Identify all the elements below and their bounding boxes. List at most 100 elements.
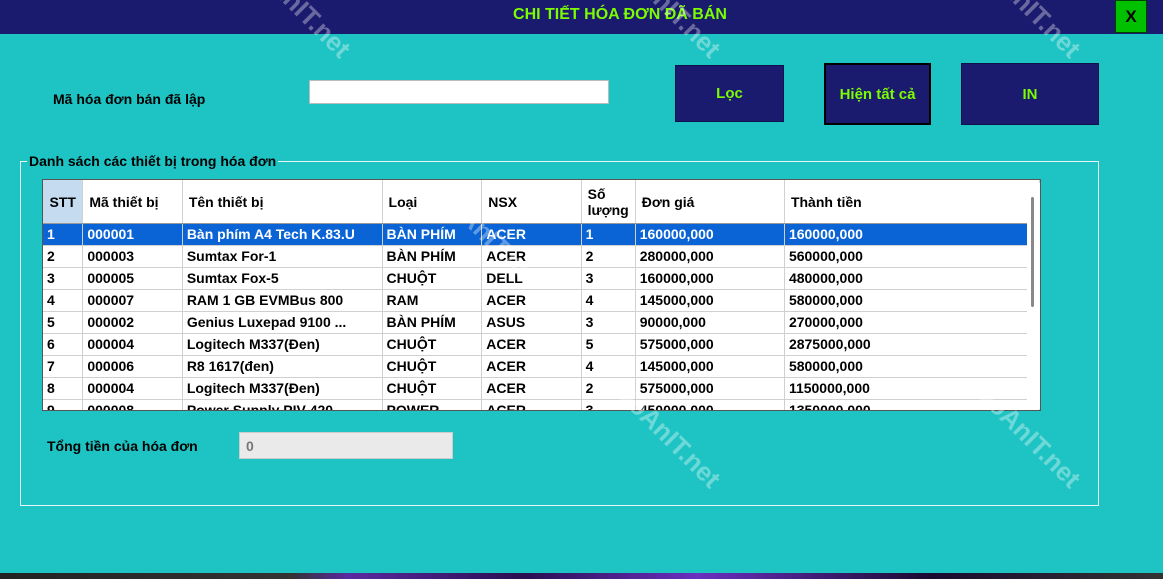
table-cell: ACER: [481, 355, 582, 378]
background-strip: [0, 573, 1163, 579]
table-cell: 7: [43, 355, 84, 378]
table-cell: 2: [581, 245, 636, 268]
table-cell: Sumtax Fox-5: [182, 267, 383, 290]
print-button[interactable]: IN: [961, 63, 1099, 125]
table-row[interactable]: 3 000005 Sumtax Fox-5 CHUỘT DELL 3 160000,000 4…: [43, 267, 1040, 290]
table-cell: 280000,000: [635, 245, 785, 268]
table-body: 1 000001 Bàn phím A4 Tech K.83.U BÀN PHÍM AC…: [43, 223, 1040, 410]
table-cell: 480000,000: [784, 267, 1040, 290]
table-cell: Logitech M337(Đen): [182, 333, 383, 356]
table-cell: 145000,000: [635, 355, 785, 378]
table-cell: 2: [43, 245, 84, 268]
table-cell: CHUỘT: [382, 377, 483, 400]
total-label: Tổng tiền của hóa đơn: [47, 438, 198, 454]
column-header[interactable]: STT: [43, 180, 84, 224]
scrollbar-thumb[interactable]: [1031, 197, 1034, 307]
table-cell: 000001: [82, 223, 183, 246]
table-cell: 270000,000: [784, 311, 1040, 334]
show-all-button[interactable]: Hiện tất cả: [824, 63, 931, 125]
table-cell: ACER: [481, 289, 582, 312]
table-cell: ACER: [481, 223, 582, 246]
table-cell: 160000,000: [784, 223, 1040, 246]
table-cell: 000005: [82, 267, 183, 290]
device-table[interactable]: STT Mã thiết bị Tên thiết bị Loại NSX Số…: [42, 179, 1041, 411]
table-cell: 575000,000: [635, 377, 785, 400]
table-row[interactable]: 9 000008 Power Supply PIV 420 POWER ACER 3 450…: [43, 399, 1040, 410]
table-cell: 6: [43, 333, 84, 356]
table-cell: 2: [581, 377, 636, 400]
table-cell: 160000,000: [635, 223, 785, 246]
table-cell: 5: [581, 333, 636, 356]
table-cell: ACER: [481, 399, 582, 410]
table-cell: Sumtax For-1: [182, 245, 383, 268]
vertical-scrollbar[interactable]: [1027, 183, 1040, 409]
table-cell: POWER: [382, 399, 483, 410]
table-cell: 000004: [82, 333, 183, 356]
table-row[interactable]: 1 000001 Bàn phím A4 Tech K.83.U BÀN PHÍM AC…: [43, 223, 1040, 246]
table-cell: 575000,000: [635, 333, 785, 356]
device-list-title: Danh sách các thiết bị trong hóa đơn: [27, 153, 279, 169]
column-header[interactable]: Loại: [382, 180, 483, 224]
table-cell: ASUS: [481, 311, 582, 334]
table-cell: 450000,000: [635, 399, 785, 410]
invoice-id-label: Mã hóa đơn bán đã lập: [53, 91, 206, 107]
table-cell: R8 1617(đen): [182, 355, 383, 378]
table-cell: Logitech M337(Đen): [182, 377, 383, 400]
table-cell: RAM: [382, 289, 483, 312]
table-cell: 5: [43, 311, 84, 334]
close-button[interactable]: X: [1115, 0, 1147, 33]
table-cell: 160000,000: [635, 267, 785, 290]
table-cell: 580000,000: [784, 355, 1040, 378]
table-cell: 3: [43, 267, 84, 290]
table-cell: 3: [581, 267, 636, 290]
table-row[interactable]: 5 000002 Genius Luxepad 9100 ... BÀN PHÍM AS…: [43, 311, 1040, 334]
table-cell: 000004: [82, 377, 183, 400]
table-cell: Genius Luxepad 9100 ...: [182, 311, 383, 334]
table-cell: CHUỘT: [382, 267, 483, 290]
column-header[interactable]: Tên thiết bị: [182, 180, 383, 224]
column-header[interactable]: NSX: [481, 180, 582, 224]
table-cell: ACER: [481, 377, 582, 400]
table-cell: ACER: [481, 245, 582, 268]
column-header[interactable]: Đơn giá: [635, 180, 785, 224]
table-cell: 145000,000: [635, 289, 785, 312]
table-cell: 3: [581, 311, 636, 334]
table-cell: 4: [43, 289, 84, 312]
table-cell: 000002: [82, 311, 183, 334]
window-title: CHI TIẾT HÓA ĐƠN ĐÃ BÁN: [513, 6, 727, 23]
table-cell: CHUỘT: [382, 355, 483, 378]
table-cell: 2875000,000: [784, 333, 1040, 356]
table-header-row: STT Mã thiết bị Tên thiết bị Loại NSX Số…: [43, 180, 1040, 224]
table-row[interactable]: 2 000003 Sumtax For-1 BÀN PHÍM ACER 2 280000,0…: [43, 245, 1040, 268]
table-cell: 4: [581, 355, 636, 378]
table-row[interactable]: 4 000007 RAM 1 GB EVMBus 800 RAM ACER 4 145000…: [43, 289, 1040, 312]
filter-button[interactable]: Lọc: [675, 65, 784, 122]
table-cell: 000007: [82, 289, 183, 312]
total-field: 0: [239, 432, 453, 459]
table-cell: ACER: [481, 333, 582, 356]
column-header[interactable]: Số lượng: [581, 180, 636, 224]
table-cell: RAM 1 GB EVMBus 800: [182, 289, 383, 312]
table-cell: CHUỘT: [382, 333, 483, 356]
table-cell: 000006: [82, 355, 183, 378]
table-cell: 580000,000: [784, 289, 1040, 312]
table-cell: 8: [43, 377, 84, 400]
table-cell: BÀN PHÍM: [382, 311, 483, 334]
table-cell: BÀN PHÍM: [382, 245, 483, 268]
table-cell: 4: [581, 289, 636, 312]
table-row[interactable]: 8 000004 Logitech M337(Đen) CHUỘT ACER 2 57500…: [43, 377, 1040, 400]
table-row[interactable]: 7 000006 R8 1617(đen) CHUỘT ACER 4 145000,000 5…: [43, 355, 1040, 378]
table-cell: 9: [43, 399, 84, 410]
column-header[interactable]: Mã thiết bị: [82, 180, 183, 224]
table-cell: 1350000,000: [784, 399, 1040, 410]
table-cell: 90000,000: [635, 311, 785, 334]
invoice-id-input[interactable]: [309, 80, 609, 104]
table-cell: 3: [581, 399, 636, 410]
table-cell: 560000,000: [784, 245, 1040, 268]
table-cell: Power Supply PIV 420: [182, 399, 383, 410]
table-row[interactable]: 6 000004 Logitech M337(Đen) CHUỘT ACER 5 57500…: [43, 333, 1040, 356]
table-cell: 1: [581, 223, 636, 246]
column-header[interactable]: Thành tiền: [784, 180, 1040, 224]
table-cell: BÀN PHÍM: [382, 223, 483, 246]
table-cell: 1: [43, 223, 84, 246]
